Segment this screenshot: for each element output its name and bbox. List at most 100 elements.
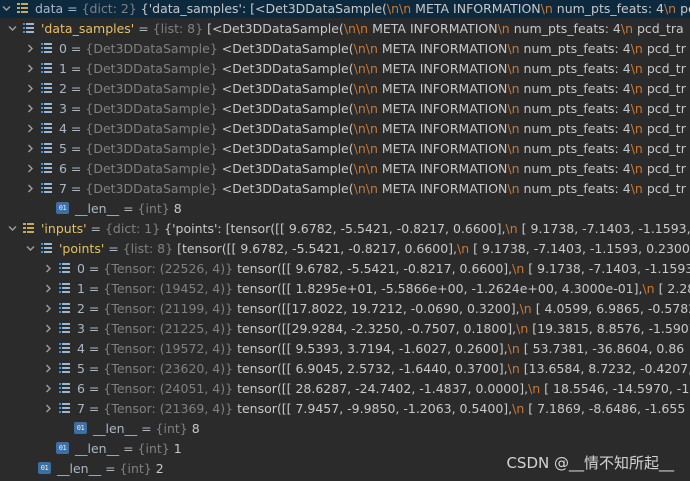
- equals-sign: =: [84, 400, 104, 416]
- equals-sign: =: [63, 0, 82, 16]
- collapse-chevron-icon[interactable]: [6, 218, 18, 238]
- variable-type: {Tensor: (21199, 4)}: [103, 300, 238, 316]
- variable-type: {Tensor: (19452, 4)}: [103, 280, 238, 296]
- expand-chevron-icon[interactable]: [42, 318, 54, 338]
- variable-name: 2: [59, 80, 67, 96]
- expand-chevron-icon[interactable]: [24, 78, 36, 98]
- variable-value: tensor([[ 6.9045, 2.5732, -1.6440, 0.370…: [237, 360, 690, 376]
- tree-row[interactable]: 3 = {Det3DDataSample} <Det3DDataSample(\…: [0, 98, 690, 118]
- equals-sign: =: [66, 100, 86, 116]
- equals-sign: =: [137, 420, 156, 436]
- collapse-chevron-icon[interactable]: [24, 238, 36, 258]
- variable-value: tensor([[ 28.6287, -24.7402, -1.4837, 0.…: [237, 380, 690, 396]
- equals-sign: =: [66, 180, 86, 196]
- tree-row[interactable]: 5 = {Tensor: (23620, 4)} tensor([[ 6.904…: [0, 358, 690, 378]
- variable-value: tensor([[ 1.8295e+01, -5.5866e+00, -1.26…: [237, 280, 690, 296]
- list-icon: [40, 182, 53, 194]
- tree-row[interactable]: 0 = {Det3DDataSample} <Det3DDataSample(\…: [0, 38, 690, 58]
- tree-row[interactable]: 01 __len__ = {int} 8: [0, 418, 690, 438]
- variable-value: [tensor([[ 9.6782, -5.5421, -0.8217, 0.6…: [177, 240, 690, 256]
- variable-type: {Det3DDataSample}: [85, 180, 222, 196]
- equals-sign: =: [84, 380, 104, 396]
- tree-row[interactable]: 3 = {Tensor: (21225, 4)} tensor([[29.928…: [0, 318, 690, 338]
- variable-type: {Tensor: (22526, 4)}: [103, 260, 238, 276]
- expand-chevron-icon[interactable]: [24, 38, 36, 58]
- expand-chevron-icon[interactable]: [42, 358, 54, 378]
- variable-value: <Det3DDataSample(\n\n META INFORMATION\n…: [221, 80, 686, 96]
- expand-chevron-icon[interactable]: [24, 58, 36, 78]
- tree-row[interactable]: 2 = {Det3DDataSample} <Det3DDataSample(\…: [0, 78, 690, 98]
- variable-name: __len__: [75, 200, 120, 216]
- variable-value: 1: [173, 440, 182, 456]
- expand-chevron-icon[interactable]: [42, 278, 54, 298]
- tree-row[interactable]: 0 = {Tensor: (22526, 4)} tensor([[ 9.678…: [0, 258, 690, 278]
- variable-value: tensor([[29.9284, -2.3250, -0.7507, 0.18…: [237, 320, 690, 336]
- variable-value: <Det3DDataSample(\n\n META INFORMATION\n…: [221, 100, 686, 116]
- variable-type: {Det3DDataSample}: [85, 160, 222, 176]
- equals-sign: =: [119, 200, 138, 216]
- tree-row[interactable]: data = {dict: 2} {'data_samples': [<Det3…: [0, 0, 690, 18]
- variable-name: 3: [77, 320, 85, 336]
- expand-chevron-icon[interactable]: [42, 378, 54, 398]
- variable-value: [<Det3DDataSample(\n\n META INFORMATION\…: [207, 20, 684, 36]
- int-icon: 01: [74, 422, 87, 434]
- tree-row[interactable]: 'points' = {list: 8} [tensor([[ 9.6782, …: [0, 238, 690, 258]
- expand-chevron-icon[interactable]: [42, 338, 54, 358]
- list-icon: [58, 302, 71, 314]
- variable-name: 7: [59, 180, 67, 196]
- expand-chevron-icon[interactable]: [24, 138, 36, 158]
- variable-name: 7: [77, 400, 85, 416]
- tree-row[interactable]: 6 = {Det3DDataSample} <Det3DDataSample(\…: [0, 158, 690, 178]
- expand-chevron-icon[interactable]: [42, 258, 54, 278]
- variable-type: {int}: [137, 440, 174, 456]
- list-icon: [58, 342, 71, 354]
- tree-row[interactable]: 1 = {Tensor: (19452, 4)} tensor([[ 1.829…: [0, 278, 690, 298]
- expand-chevron-icon[interactable]: [42, 398, 54, 418]
- expand-chevron-icon[interactable]: [24, 178, 36, 198]
- variable-type: {Det3DDataSample}: [85, 60, 222, 76]
- variable-name: 0: [59, 40, 67, 56]
- expand-chevron-icon[interactable]: [42, 298, 54, 318]
- dict-icon: [22, 222, 35, 234]
- equals-sign: =: [66, 140, 86, 156]
- variable-name: 'data_samples': [41, 20, 135, 36]
- collapse-chevron-icon[interactable]: [6, 18, 18, 38]
- tree-row[interactable]: 'inputs' = {dict: 1} {'points': [tensor(…: [0, 218, 690, 238]
- equals-sign: =: [66, 60, 86, 76]
- tree-row[interactable]: 4 = {Tensor: (19572, 4)} tensor([[ 9.539…: [0, 338, 690, 358]
- variable-value: tensor([[17.8022, 19.7212, -0.0690, 0.32…: [237, 300, 690, 316]
- variable-name: __len__: [57, 460, 102, 476]
- expand-chevron-icon[interactable]: [24, 118, 36, 138]
- tree-row[interactable]: 2 = {Tensor: (21199, 4)} tensor([[17.802…: [0, 298, 690, 318]
- expand-chevron-icon[interactable]: [24, 98, 36, 118]
- variable-type: {Tensor: (23620, 4)}: [103, 360, 238, 376]
- variable-type: {list: 8}: [152, 20, 208, 36]
- variable-name: 0: [77, 260, 85, 276]
- tree-row[interactable]: 5 = {Det3DDataSample} <Det3DDataSample(\…: [0, 138, 690, 158]
- tree-row[interactable]: 7 = {Det3DDataSample} <Det3DDataSample(\…: [0, 178, 690, 198]
- variable-value: tensor([[ 9.5393, 3.7194, -1.6027, 0.260…: [237, 340, 685, 356]
- tree-row[interactable]: 01 __len__ = {int} 8: [0, 198, 690, 218]
- tree-row[interactable]: 6 = {Tensor: (24051, 4)} tensor([[ 28.62…: [0, 378, 690, 398]
- list-icon: [58, 262, 71, 274]
- equals-sign: =: [134, 20, 153, 36]
- list-icon: [40, 82, 53, 94]
- variable-value: tensor([[ 7.9457, -9.9850, -1.2063, 0.54…: [237, 400, 686, 416]
- variable-type: {dict: 2}: [81, 0, 141, 16]
- list-icon: [40, 242, 53, 254]
- tree-row[interactable]: 7 = {Tensor: (21369, 4)} tensor([[ 7.945…: [0, 398, 690, 418]
- variable-name: 4: [77, 340, 85, 356]
- variable-name: data: [35, 0, 64, 16]
- expand-chevron-icon[interactable]: [24, 158, 36, 178]
- equals-sign: =: [84, 320, 104, 336]
- equals-sign: =: [104, 240, 123, 256]
- equals-sign: =: [84, 300, 104, 316]
- variable-name: 5: [77, 360, 85, 376]
- tree-row[interactable]: 1 = {Det3DDataSample} <Det3DDataSample(\…: [0, 58, 690, 78]
- collapse-chevron-icon[interactable]: [0, 0, 12, 18]
- tree-row[interactable]: 'data_samples' = {list: 8} [<Det3DDataSa…: [0, 18, 690, 38]
- equals-sign: =: [101, 460, 120, 476]
- equals-sign: =: [84, 360, 104, 376]
- equals-sign: =: [66, 40, 86, 56]
- tree-row[interactable]: 4 = {Det3DDataSample} <Det3DDataSample(\…: [0, 118, 690, 138]
